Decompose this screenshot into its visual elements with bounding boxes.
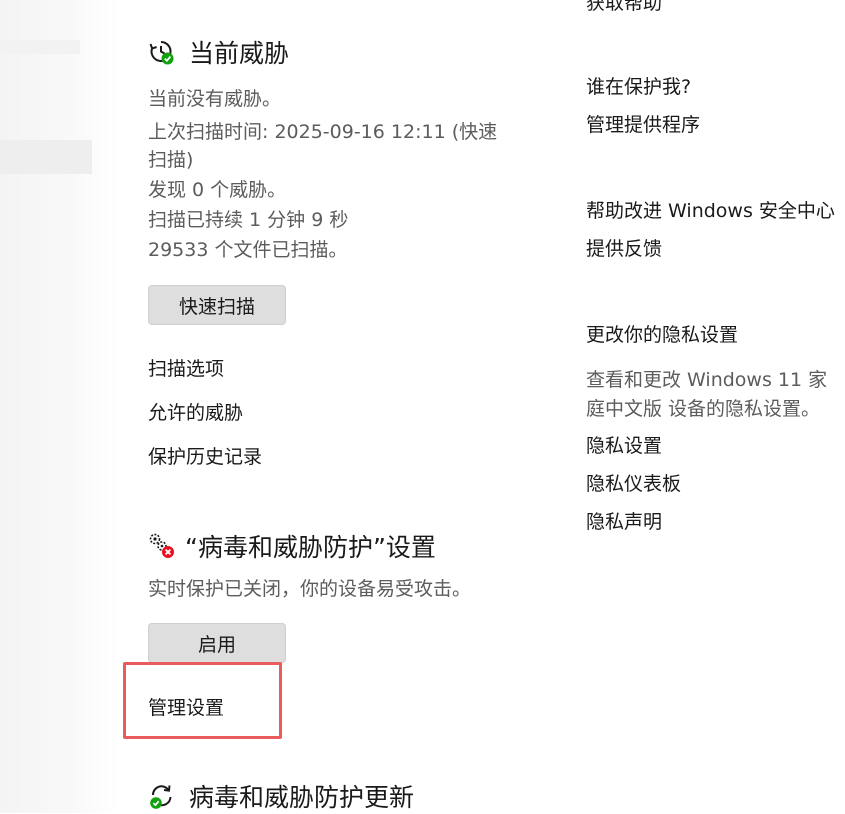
- privacy-statement-link[interactable]: 隐私声明: [586, 507, 662, 534]
- settings-gears-warning-icon: [147, 531, 177, 561]
- last-scan-type: 扫描): [148, 149, 194, 171]
- scan-duration: 扫描已持续 1 分钟 9 秒: [148, 209, 349, 231]
- privacy-dashboard-link[interactable]: 隐私仪表板: [586, 469, 681, 496]
- manage-settings-link[interactable]: 管理设置: [148, 693, 224, 720]
- privacy-description-line-1: 查看和更改 Windows 11 家: [586, 369, 828, 391]
- realtime-protection-off-status: 实时保护已关闭，你的设备易受攻击。: [148, 578, 472, 600]
- right-sidebar: 获取帮助 谁在保护我? 管理提供程序 帮助改进 Windows 安全中心 提供反…: [586, 0, 845, 813]
- privacy-description-line-2: 庭中文版 设备的隐私设置。: [586, 398, 821, 420]
- get-help-link[interactable]: 获取帮助: [586, 0, 662, 15]
- files-scanned: 29533 个文件已扫描。: [148, 239, 348, 261]
- protection-settings-title: “病毒和威胁防护”设置: [185, 533, 436, 562]
- nav-selected-placeholder: [0, 140, 92, 174]
- protection-updates-heading: 病毒和威胁防护更新: [147, 778, 414, 814]
- privacy-settings-link[interactable]: 隐私设置: [586, 431, 662, 458]
- no-threats-status: 当前没有威胁。: [148, 88, 282, 110]
- give-feedback-link[interactable]: 提供反馈: [586, 234, 662, 261]
- quick-scan-button[interactable]: 快速扫描: [148, 285, 286, 325]
- scan-options-link[interactable]: 扫描选项: [148, 354, 224, 381]
- enable-button[interactable]: 启用: [148, 623, 286, 663]
- last-scan-time: 上次扫描时间: 2025-09-16 12:11 (快速: [148, 121, 498, 143]
- navigation-pane-background: [0, 0, 120, 813]
- protection-history-link[interactable]: 保护历史记录: [148, 442, 262, 469]
- current-threats-heading: 当前威胁: [147, 34, 289, 70]
- protection-settings-heading: “病毒和威胁防护”设置: [147, 528, 436, 564]
- who-protects-heading: 谁在保护我?: [586, 76, 692, 98]
- allowed-threats-link[interactable]: 允许的威胁: [148, 398, 243, 425]
- threats-found: 发现 0 个威胁。: [148, 179, 287, 201]
- manage-providers-link[interactable]: 管理提供程序: [586, 110, 700, 137]
- history-clock-icon: [147, 37, 177, 67]
- refresh-sync-icon: [147, 781, 177, 811]
- nav-placeholder: [0, 40, 80, 54]
- protection-updates-title: 病毒和威胁防护更新: [189, 783, 415, 812]
- improve-security-heading: 帮助改进 Windows 安全中心: [586, 200, 835, 222]
- current-threats-title: 当前威胁: [189, 39, 290, 68]
- privacy-settings-heading: 更改你的隐私设置: [586, 324, 739, 346]
